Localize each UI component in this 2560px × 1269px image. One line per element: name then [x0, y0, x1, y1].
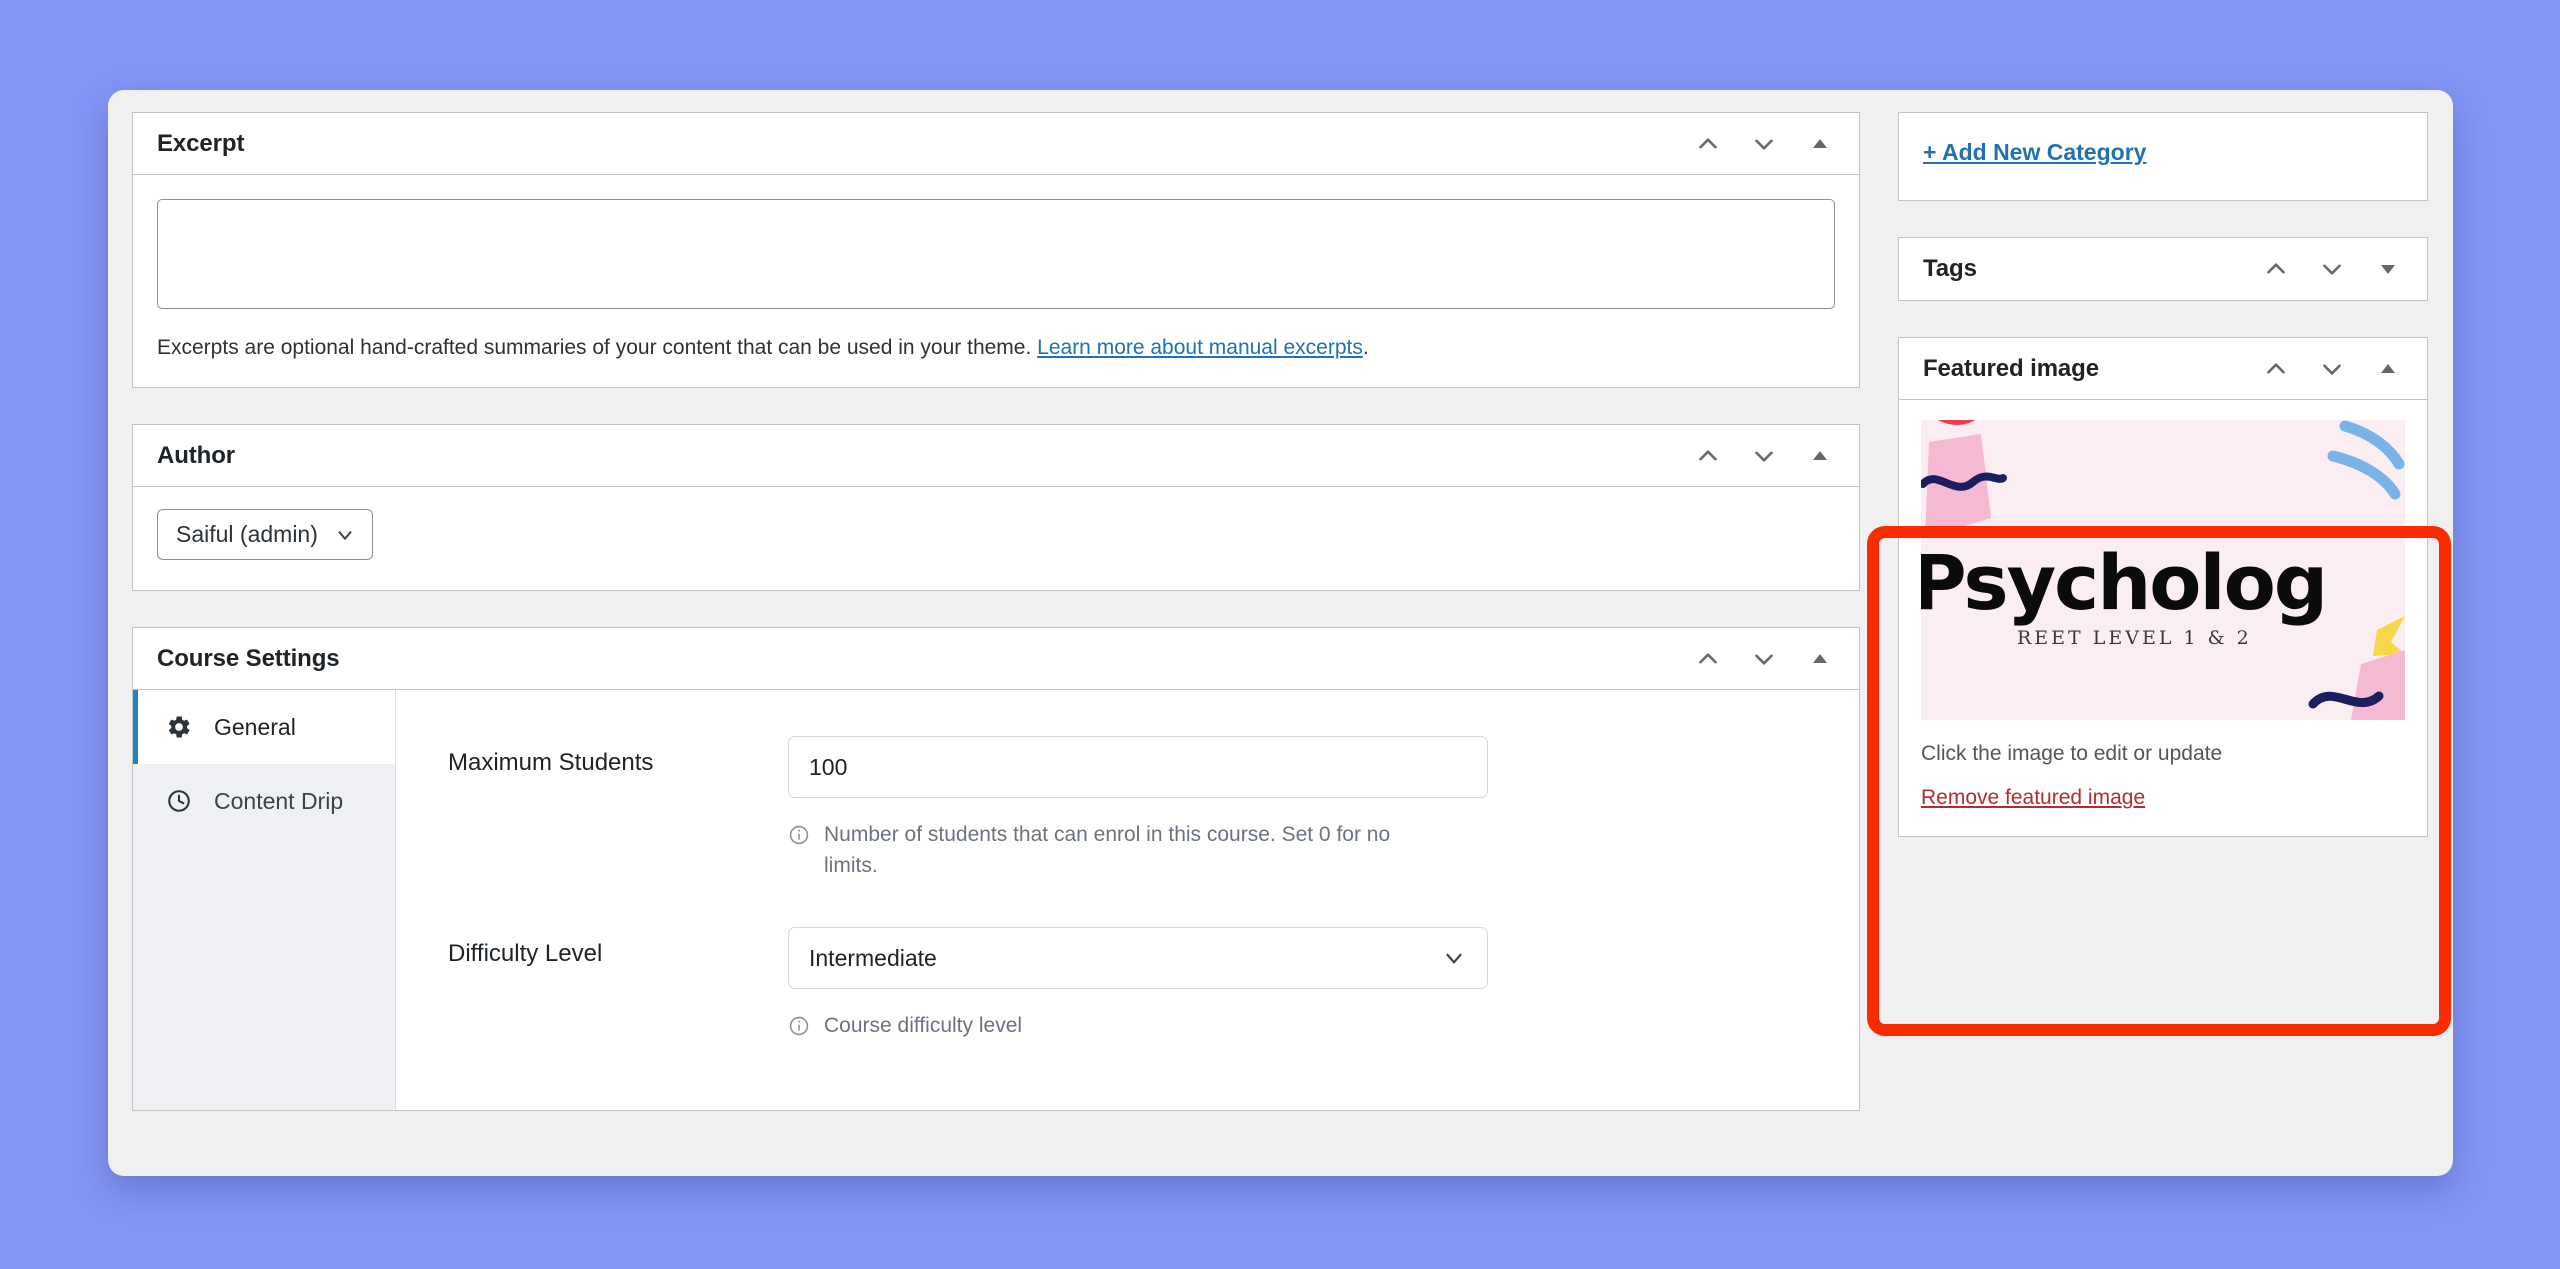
move-down-icon[interactable] [1749, 441, 1779, 471]
featured-image-word: Psycholog [1921, 538, 2328, 627]
category-body: + Add New Category [1899, 113, 2427, 200]
featured-image-subtitle: REET LEVEL 1 & 2 [2017, 627, 2252, 649]
gear-icon [164, 714, 194, 740]
maximum-students-input[interactable] [788, 736, 1488, 799]
excerpt-help-suffix: . [1362, 336, 1369, 359]
field-maximum-students: Maximum Students Number of students that… [448, 736, 1807, 881]
course-settings-title: Course Settings [157, 644, 340, 672]
course-settings-header: Course Settings [133, 628, 1859, 691]
tags-title: Tags [1923, 255, 1977, 282]
toggle-collapse-icon[interactable] [2373, 354, 2403, 384]
difficulty-level-hint: Course difficulty level [788, 1011, 1448, 1041]
tab-general-label: General [214, 713, 296, 740]
maximum-students-label: Maximum Students [448, 749, 654, 777]
difficulty-level-hint-text: Course difficulty level [824, 1014, 1023, 1038]
move-down-icon[interactable] [1749, 644, 1779, 674]
info-icon [788, 824, 810, 881]
maximum-students-control: Number of students that can enrol in thi… [788, 736, 1488, 881]
clock-icon [164, 788, 194, 814]
excerpt-body: Excerpts are optional hand-crafted summa… [133, 175, 1859, 387]
field-difficulty-level: Difficulty Level Intermediate Course dif… [448, 927, 1807, 1041]
featured-image-title: Featured image [1923, 354, 2099, 382]
toggle-collapse-icon[interactable] [1805, 644, 1835, 674]
tags-header: Tags [1899, 238, 2427, 300]
excerpt-help-text: Excerpts are optional hand-crafted summa… [157, 333, 1835, 363]
move-up-icon[interactable] [1693, 441, 1723, 471]
excerpt-header-actions [1693, 129, 1835, 159]
author-header: Author [133, 425, 1859, 488]
sidebar-column: + Add New Category Tags Featured image P… [1867, 112, 2451, 1036]
featured-image-caption: Click the image to edit or update [1921, 742, 2223, 765]
course-settings-panel-general: Maximum Students Number of students that… [396, 690, 1859, 1110]
move-down-icon[interactable] [2317, 254, 2347, 284]
info-icon [788, 1015, 810, 1041]
tab-content-drip[interactable]: Content Drip [133, 764, 395, 838]
tags-header-actions [2261, 254, 2403, 284]
remove-featured-image-link[interactable]: Remove featured image [1921, 786, 2145, 810]
maximum-students-hint-text: Number of students that can enrol in thi… [824, 823, 1391, 877]
chevron-down-icon [334, 524, 356, 546]
move-up-icon[interactable] [1693, 644, 1723, 674]
featured-image-header-actions [2261, 354, 2403, 384]
move-down-icon[interactable] [1749, 129, 1779, 159]
add-new-category-link[interactable]: + Add New Category [1923, 139, 2146, 166]
manual-excerpts-link[interactable]: Learn more about manual excerpts [1037, 336, 1363, 359]
excerpt-help-lead: Excerpts are optional hand-crafted summa… [157, 336, 1038, 359]
course-settings-header-actions [1693, 644, 1835, 674]
maximum-students-hint: Number of students that can enrol in thi… [788, 820, 1448, 881]
main-column: Excerpt Excerpts are optional hand-craft… [132, 112, 1860, 1112]
author-select[interactable]: Saiful (admin) [157, 509, 373, 561]
excerpt-metabox: Excerpt Excerpts are optional hand-craft… [132, 112, 1860, 389]
author-metabox: Author Saiful (admin) [132, 424, 1860, 592]
move-down-icon[interactable] [2317, 354, 2347, 384]
toggle-collapse-icon[interactable] [1805, 441, 1835, 471]
difficulty-level-select[interactable]: Intermediate [788, 927, 1488, 990]
difficulty-level-control: Intermediate Course difficulty level [788, 927, 1488, 1041]
featured-image-thumbnail[interactable]: Psycholog REET LEVEL 1 & 2 [1921, 420, 2405, 720]
tab-content-drip-label: Content Drip [214, 787, 344, 814]
excerpt-header: Excerpt [133, 113, 1859, 175]
tags-metabox: Tags [1898, 237, 2428, 301]
editor-page-shell: Excerpt Excerpts are optional hand-craft… [108, 90, 2453, 1176]
excerpt-title: Excerpt [157, 129, 245, 157]
move-up-icon[interactable] [2261, 254, 2291, 284]
author-title: Author [157, 441, 236, 469]
author-body: Saiful (admin) [133, 487, 1859, 590]
toggle-collapse-icon[interactable] [1805, 129, 1835, 159]
excerpt-input[interactable] [157, 199, 1835, 309]
author-selected-value: Saiful (admin) [176, 521, 318, 548]
course-settings-body: General Content Drip Maximum Students 10… [133, 690, 1859, 1111]
editor-layout: Excerpt Excerpts are optional hand-craft… [108, 90, 2453, 1176]
chevron-down-icon [1441, 945, 1467, 971]
category-metabox: + Add New Category [1898, 112, 2428, 201]
course-settings-tabs: General Content Drip [133, 690, 396, 1111]
toggle-expand-icon[interactable] [2373, 254, 2403, 284]
featured-image-header: Featured image [1899, 338, 2427, 400]
difficulty-level-value: Intermediate [809, 944, 937, 971]
move-up-icon[interactable] [2261, 354, 2291, 384]
featured-image-wrapper: Featured image Psycholog REET LEVEL 1 & … [1867, 337, 2451, 1036]
course-settings-metabox: Course Settings General Content Drip Max… [132, 627, 1860, 1112]
tab-general[interactable]: General [133, 690, 395, 765]
difficulty-level-label: Difficulty Level [448, 940, 603, 968]
author-header-actions [1693, 441, 1835, 471]
featured-image-metabox: Featured image Psycholog REET LEVEL 1 & … [1898, 337, 2428, 837]
featured-image-body: Psycholog REET LEVEL 1 & 2 Click the ima… [1899, 400, 2427, 836]
move-up-icon[interactable] [1693, 129, 1723, 159]
